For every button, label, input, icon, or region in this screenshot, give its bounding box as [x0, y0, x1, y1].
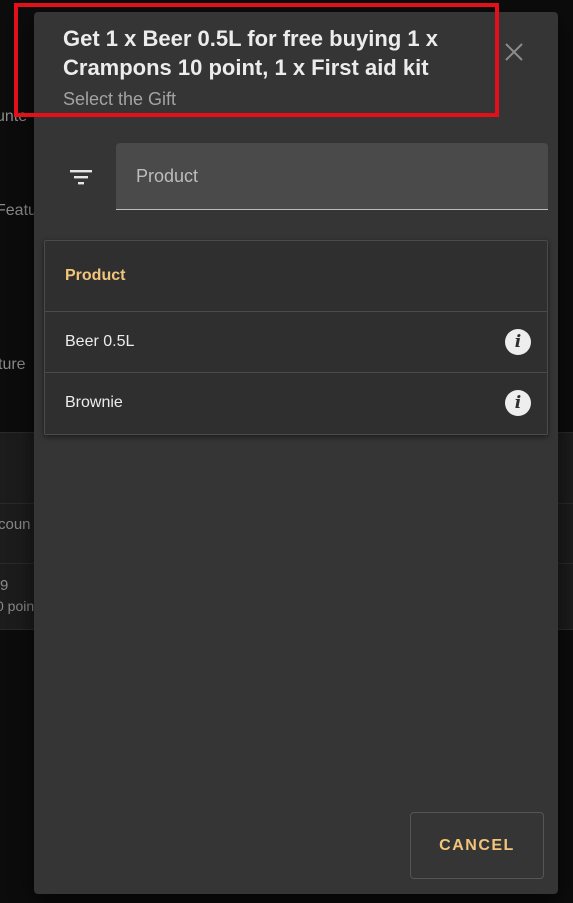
product-table: Product Beer 0.5L i Brownie i: [44, 240, 548, 435]
filter-button[interactable]: [67, 165, 95, 189]
gift-selection-dialog: Get 1 x Beer 0.5L for free buying 1 x Cr…: [34, 12, 558, 894]
info-icon: i: [514, 332, 522, 352]
table-row[interactable]: Beer 0.5L i: [45, 312, 547, 373]
background-text: 0 poin: [0, 598, 35, 614]
cancel-button[interactable]: CANCEL: [410, 812, 544, 879]
filter-icon: [70, 170, 92, 185]
product-search-input[interactable]: [116, 143, 548, 209]
background-text: unte: [0, 108, 28, 125]
close-icon: [505, 43, 523, 61]
info-button[interactable]: i: [505, 329, 531, 355]
dialog-title: Get 1 x Beer 0.5L for free buying 1 x Cr…: [63, 26, 438, 80]
product-name: Brownie: [65, 394, 123, 411]
column-header-product: Product: [65, 267, 126, 284]
product-search-field[interactable]: [116, 143, 548, 210]
info-icon: i: [514, 393, 522, 413]
dialog-subtitle: Select the Gift: [63, 89, 177, 109]
cancel-button-label: CANCEL: [439, 836, 515, 854]
background-text: ture: [0, 356, 26, 373]
product-name: Beer 0.5L: [65, 333, 135, 350]
background-text: coun: [0, 516, 31, 533]
close-button[interactable]: [500, 38, 528, 66]
table-header: Product: [45, 241, 547, 312]
background-text: Featu: [0, 202, 37, 219]
background-text: 9: [0, 577, 9, 594]
info-button[interactable]: i: [505, 390, 531, 416]
table-row[interactable]: Brownie i: [45, 373, 547, 434]
